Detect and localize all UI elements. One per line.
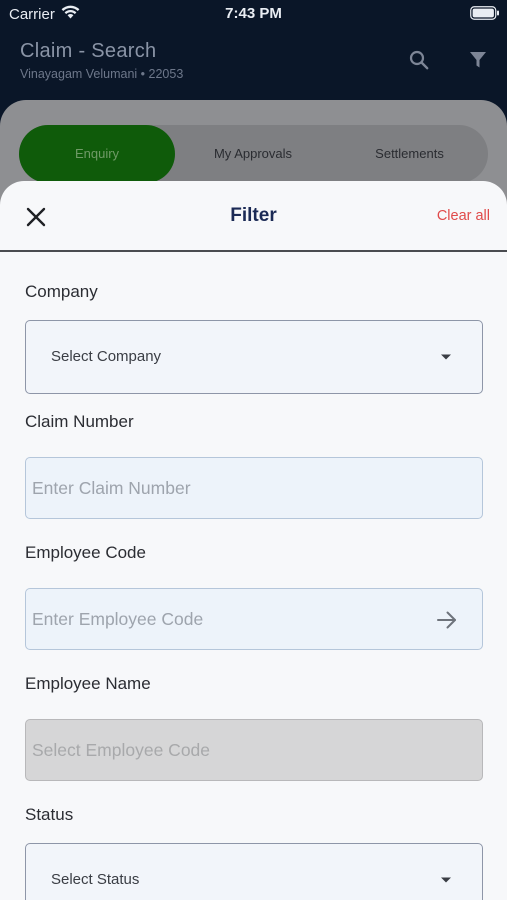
employee-name-label: Employee Name [25, 674, 151, 693]
app-header: Claim - Search Vinayagam Velumani • 2205… [0, 28, 507, 98]
filter-title: Filter [230, 205, 277, 226]
battery-icon [470, 6, 499, 20]
employee-name-input [26, 720, 482, 780]
status-bar: Carrier 7:43 PM [0, 0, 507, 28]
claim-number-field [25, 457, 483, 519]
tab-enquiry[interactable]: Enquiry [19, 125, 175, 183]
tab-settlements[interactable]: Settlements [331, 125, 488, 183]
tab-bar: Enquiry My Approvals Settlements [19, 125, 488, 183]
clock: 7:43 PM [225, 5, 282, 22]
status-select[interactable]: Select Status [25, 843, 483, 900]
page-title: Claim - Search [20, 40, 157, 62]
employee-name-field [25, 719, 483, 781]
claim-number-input[interactable] [26, 458, 482, 518]
user-info: Vinayagam Velumani • 22053 [20, 67, 184, 81]
company-select[interactable]: Select Company [25, 320, 483, 394]
tab-my-approvals[interactable]: My Approvals [175, 125, 331, 183]
filter-sheet: Filter Clear all Company Select Company … [0, 181, 507, 900]
chevron-down-icon [441, 354, 451, 360]
status-label: Status [25, 805, 74, 824]
status-select-value: Select Status [51, 871, 140, 888]
company-label: Company [25, 282, 98, 301]
chevron-down-icon [441, 877, 451, 883]
search-icon[interactable] [409, 50, 429, 70]
employee-code-label: Employee Code [25, 543, 146, 562]
arrow-right-icon[interactable] [436, 609, 458, 631]
company-select-value: Select Company [51, 348, 162, 365]
employee-code-input[interactable] [26, 589, 482, 649]
filter-header: Filter Clear all [0, 181, 507, 252]
employee-code-field [25, 588, 483, 650]
claim-number-label: Claim Number [25, 412, 134, 431]
clear-all-button[interactable]: Clear all [437, 208, 490, 224]
filter-icon[interactable] [468, 50, 488, 70]
